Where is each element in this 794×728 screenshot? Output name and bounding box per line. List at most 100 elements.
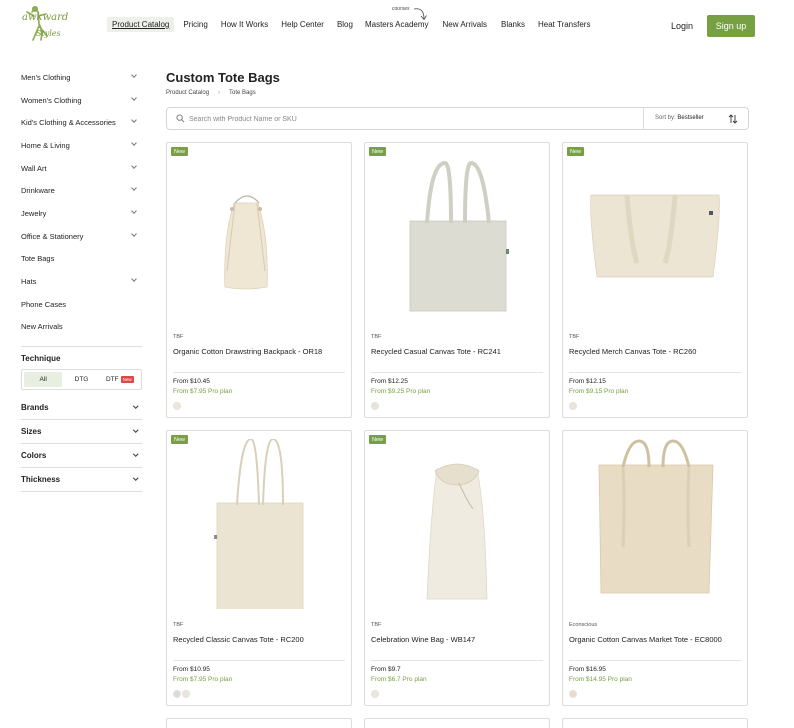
nav-product-catalog[interactable]: Product Catalog — [107, 17, 175, 32]
sidebar-item-label: Women's Clothing — [21, 95, 82, 105]
chevron-down-icon[interactable] — [131, 117, 137, 124]
nav-how-it-works[interactable]: How It Works — [216, 17, 273, 32]
filter-brands[interactable]: Brands — [21, 396, 142, 421]
chevron-down-icon — [132, 427, 138, 433]
product-card[interactable] — [364, 718, 550, 728]
sidebar-item-men-s-clothing[interactable]: Men's Clothing — [21, 66, 142, 89]
sidebar-item-jewelry[interactable]: Jewelry — [21, 202, 142, 225]
product-name[interactable]: Recycled Classic Canvas Tote - RC200 — [173, 634, 343, 646]
nav-new-arrivals[interactable]: New Arrivals — [438, 17, 492, 32]
product-card[interactable]: New TBF Recycled Casual Canvas Tote - RC24… — [364, 142, 550, 418]
sidebar-item-wall-art[interactable]: Wall Art — [21, 157, 142, 180]
card-divider — [173, 372, 345, 373]
chevron-down-icon[interactable] — [131, 94, 137, 101]
color-swatches — [173, 690, 191, 698]
sidebar-item-drinkware[interactable]: Drinkware — [21, 179, 142, 202]
product-image[interactable] — [167, 151, 351, 321]
product-image[interactable] — [563, 439, 747, 609]
product-card[interactable]: New TBF Recycled Classic Canvas Tote - RC2… — [166, 430, 352, 706]
nav-blanks[interactable]: Blanks — [496, 17, 530, 32]
color-swatch[interactable] — [173, 402, 181, 410]
breadcrumb: Product Catalog › Tote Bags — [166, 90, 256, 96]
product-card[interactable]: New TBF Recycled Merch Canvas Tote - RC260… — [562, 142, 748, 418]
search-bar: Sort by: Bestseller — [166, 107, 749, 130]
chevron-down-icon[interactable] — [131, 185, 137, 192]
sidebar-item-label: Jewelry — [21, 208, 47, 218]
product-image[interactable] — [365, 151, 549, 321]
category-list: Men's Clothing Women's Clothing Kid's Clot… — [21, 66, 142, 338]
sidebar-item-hats[interactable]: Hats — [21, 270, 142, 293]
sidebar-item-label: Drinkware — [21, 186, 55, 196]
sort-arrows-icon[interactable] — [728, 114, 738, 124]
nav-help-center[interactable]: Help Center — [276, 17, 329, 32]
sidebar-item-home-living[interactable]: Home & Living — [21, 134, 142, 157]
product-image[interactable] — [563, 151, 747, 321]
sort-dropdown[interactable]: Sort by: Bestseller — [655, 115, 704, 121]
product-brand: TBF — [569, 334, 580, 340]
nav-blog[interactable]: Blog — [332, 17, 358, 32]
filter-label: Thickness — [21, 475, 61, 485]
color-swatch[interactable] — [182, 690, 190, 698]
product-name[interactable]: Recycled Merch Canvas Tote - RC260 — [569, 346, 739, 358]
chevron-down-icon[interactable] — [131, 162, 137, 169]
product-name[interactable]: Recycled Casual Canvas Tote - RC241 — [371, 346, 541, 358]
product-card[interactable] — [562, 718, 748, 728]
technique-dtf[interactable]: DTF New — [101, 372, 139, 387]
color-swatch[interactable] — [569, 690, 577, 698]
product-card[interactable]: New TBF Organic Cotton Drawstring Backpack… — [166, 142, 352, 418]
product-price: From $9.7 — [371, 666, 401, 673]
sort-label: Sort by: — [655, 115, 676, 121]
product-pro-price: From $14.95 Pro plan — [569, 676, 632, 683]
product-name[interactable]: Celebration Wine Bag - WB147 — [371, 634, 541, 646]
product-price: From $10.95 — [173, 666, 210, 673]
sidebar-item-tote-bags[interactable]: Tote Bags — [21, 248, 142, 271]
new-badge: New — [369, 435, 387, 444]
chevron-down-icon — [132, 451, 138, 457]
sidebar-item-women-s-clothing[interactable]: Women's Clothing — [21, 89, 142, 112]
technique-all[interactable]: All — [24, 372, 63, 388]
breadcrumb-product-catalog[interactable]: Product Catalog — [166, 90, 209, 96]
filter-sizes[interactable]: Sizes — [21, 420, 142, 445]
chevron-down-icon[interactable] — [131, 140, 137, 146]
product-brand: TBF — [371, 334, 382, 340]
color-swatches — [569, 690, 578, 698]
search-input[interactable] — [189, 113, 629, 125]
product-name[interactable]: Organic Cotton Drawstring Backpack - OR1… — [173, 346, 343, 358]
filter-colors[interactable]: Colors — [21, 444, 142, 469]
sidebar-item-label: Office & Stationery — [21, 231, 84, 241]
sidebar-item-label: Phone Cases — [21, 299, 67, 309]
product-name[interactable]: Organic Cotton Canvas Market Tote - EC80… — [569, 634, 739, 646]
product-brand: TBF — [173, 622, 184, 628]
chevron-down-icon[interactable] — [131, 72, 137, 78]
chevron-down-icon[interactable] — [131, 230, 137, 237]
chevron-down-icon[interactable] — [131, 208, 137, 214]
chevron-down-icon[interactable] — [131, 276, 137, 283]
sidebar-item-new-arrivals[interactable]: New Arrivals — [21, 316, 142, 339]
filter-thickness[interactable]: Thickness — [21, 468, 142, 493]
sort-value: Bestseller — [677, 115, 704, 121]
color-swatch[interactable] — [173, 690, 181, 698]
login-link[interactable]: Login — [671, 21, 693, 31]
product-card[interactable] — [166, 718, 352, 728]
signup-button[interactable]: Sign up — [707, 15, 755, 37]
color-swatch[interactable] — [569, 402, 577, 410]
nav-heat-transfers[interactable]: Heat Transfers — [533, 17, 595, 32]
sidebar-item-kid-s-clothing-accessories[interactable]: Kid's Clothing & Accessories — [21, 111, 142, 134]
product-image[interactable] — [365, 439, 549, 609]
sidebar-item-label: Wall Art — [21, 163, 47, 173]
breadcrumb-tote-bags[interactable]: Tote Bags — [229, 90, 256, 96]
new-badge: New — [171, 435, 189, 444]
new-tag: New — [120, 376, 134, 384]
site-header: awkward Styles Product Catalog Pricing H… — [0, 0, 794, 52]
technique-dtg[interactable]: DTG — [62, 372, 100, 387]
sidebar-item-office-stationery[interactable]: Office & Stationery — [21, 225, 142, 248]
awkward-styles-logo[interactable]: awkward Styles — [20, 4, 74, 48]
color-swatch[interactable] — [371, 402, 379, 410]
main-nav: Product Catalog Pricing How It Works Hel… — [107, 17, 595, 32]
sidebar-item-phone-cases[interactable]: Phone Cases — [21, 293, 142, 316]
color-swatch[interactable] — [371, 690, 379, 698]
nav-pricing[interactable]: Pricing — [178, 17, 212, 32]
product-card[interactable]: Econscious Organic Cotton Canvas Market T… — [562, 430, 748, 706]
product-image[interactable] — [167, 439, 351, 609]
product-card[interactable]: New TBF Celebration Wine Bag - WB147 From $… — [364, 430, 550, 706]
